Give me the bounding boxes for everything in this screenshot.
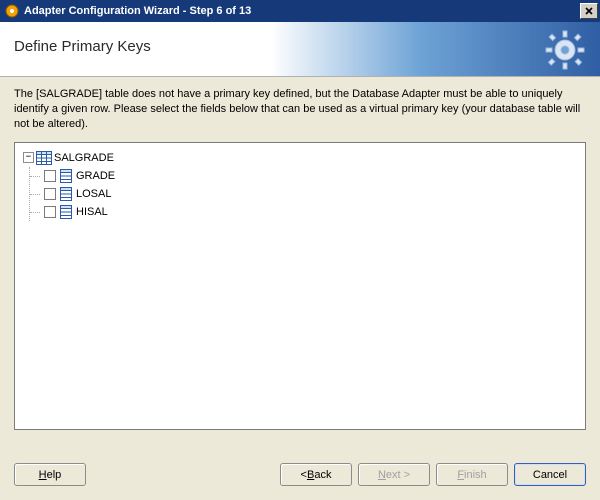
tree-children: GRADE LOSAL	[29, 167, 577, 221]
tree-panel: − SALGRADE	[14, 142, 586, 430]
column-icon	[60, 205, 72, 219]
button-bar: Help < Back Next > Finish Cancel	[14, 463, 586, 486]
close-button[interactable]	[580, 3, 598, 19]
back-button[interactable]: < Back	[280, 463, 352, 486]
banner: Define Primary Keys	[0, 22, 600, 77]
finish-button-mn: F	[457, 469, 464, 481]
description-text: The [SALGRADE] table does not have a pri…	[14, 87, 586, 132]
back-button-mn: B	[307, 469, 314, 481]
content-area: The [SALGRADE] table does not have a pri…	[0, 77, 600, 430]
table-icon	[36, 151, 52, 165]
close-icon	[585, 7, 593, 15]
titlebar: Adapter Configuration Wizard - Step 6 of…	[0, 0, 600, 22]
next-button[interactable]: Next >	[358, 463, 430, 486]
tree-column-item[interactable]: HISAL	[44, 203, 577, 221]
app-icon	[4, 3, 20, 19]
back-button-rest: ack	[314, 469, 331, 481]
help-button-label-rest: elp	[47, 469, 62, 481]
cancel-button[interactable]: Cancel	[514, 463, 586, 486]
column-label: LOSAL	[76, 188, 111, 200]
finish-button-rest: inish	[464, 469, 487, 481]
tree-column-item[interactable]: LOSAL	[44, 185, 577, 203]
column-icon	[60, 169, 72, 183]
page-title: Define Primary Keys	[14, 38, 151, 55]
next-button-mn: N	[378, 469, 386, 481]
finish-button[interactable]: Finish	[436, 463, 508, 486]
column-checkbox[interactable]	[44, 188, 56, 200]
help-button[interactable]: Help	[14, 463, 86, 486]
column-checkbox[interactable]	[44, 206, 56, 218]
help-button-label-first: H	[39, 469, 47, 481]
tree-collapse-toggle[interactable]: −	[23, 152, 34, 163]
next-button-rest: ext >	[386, 469, 410, 481]
tree-column-item[interactable]: GRADE	[44, 167, 577, 185]
column-label: GRADE	[76, 170, 115, 182]
gear-icon	[544, 29, 586, 74]
column-checkbox[interactable]	[44, 170, 56, 182]
window-title: Adapter Configuration Wizard - Step 6 of…	[24, 5, 580, 17]
tree-root-row[interactable]: − SALGRADE	[23, 151, 577, 165]
column-label: HISAL	[76, 206, 108, 218]
column-icon	[60, 187, 72, 201]
tree-root-label: SALGRADE	[54, 152, 114, 164]
